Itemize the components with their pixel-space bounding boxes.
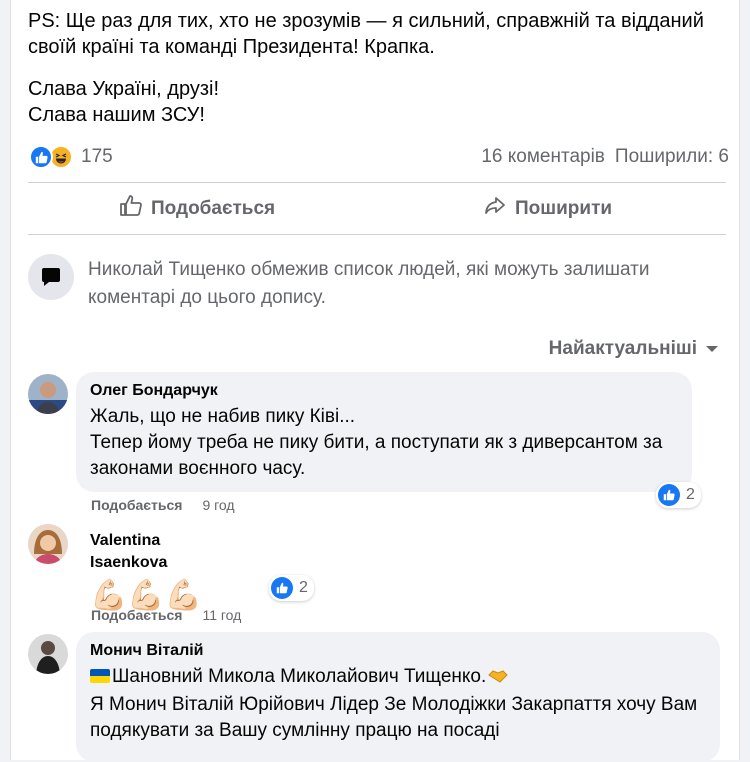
comment-text-line1: Шановний Микола Миколайович Тищенко.: [112, 666, 487, 687]
comment-author[interactable]: Олег Бондарчук: [90, 380, 678, 402]
like-reaction-icon: [29, 145, 53, 169]
comment-meta: Подобається 9 год: [91, 497, 235, 513]
comment-bubble-icon: [28, 254, 74, 300]
reactions-summary: 175 16 коментарів Поширили: 6: [29, 142, 729, 172]
comment-like-link[interactable]: Подобається: [91, 497, 182, 513]
comment-text-line2: Тепер йому треба не пику бити, а поступа…: [90, 432, 663, 479]
sort-label: Найактуальніші: [548, 338, 697, 359]
comment-text: Шановний Микола Миколайович Тищенко. Я М…: [90, 664, 706, 744]
shares-count[interactable]: Поширили: 6: [615, 146, 729, 168]
ukraine-flag-icon: [90, 669, 110, 683]
divider-bottom: [28, 234, 726, 235]
post-closing-line2: Слава нашим ЗСУ!: [28, 104, 205, 126]
comment-bubble: Valentina Isaenkova 💪🏻💪🏻💪🏻: [76, 522, 246, 612]
post-closing-line1: Слава Україні, друзі!: [28, 78, 220, 100]
share-button-label: Поширити: [515, 198, 613, 219]
comment-timestamp[interactable]: 11 год: [202, 607, 241, 623]
post-card: PS: Ще раз для тих, хто не зрозумів — я …: [10, 0, 740, 762]
like-reaction-icon: [271, 577, 293, 599]
like-button-label: Подобається: [151, 198, 276, 219]
comment-bubble: Олег Бондарчук Жаль, що не набив пику Кі…: [76, 372, 692, 492]
reaction-icons[interactable]: [29, 145, 73, 169]
comment-author[interactable]: Монич Віталій: [90, 640, 706, 662]
handshake-icon: [488, 666, 508, 692]
post-ps-line: PS: Ще раз для тих, хто не зрозумів — я …: [28, 10, 704, 58]
comment-timestamp[interactable]: 9 год: [202, 497, 234, 513]
reactions-count[interactable]: 175: [81, 146, 113, 168]
avatar[interactable]: [28, 524, 68, 564]
comments-count[interactable]: 16 коментарів: [481, 146, 605, 168]
comment-text: Жаль, що не набив пику Ківі... Тепер йом…: [90, 404, 678, 482]
share-arrow-icon: [483, 194, 507, 224]
caret-down-icon: [705, 338, 719, 360]
post-body: PS: Ще раз для тих, хто не зрозумів — я …: [28, 8, 728, 128]
thumbs-up-icon: [119, 194, 143, 224]
post-stats: 16 коментарів Поширили: 6: [481, 146, 729, 168]
comment-reaction-count: 2: [686, 486, 695, 503]
comment-reactions[interactable]: 2: [656, 482, 701, 508]
comment-text-line1: Жаль, що не набив пику Ківі...: [90, 406, 356, 427]
comment-bubble: Монич Віталій Шановний Микола Миколайови…: [76, 632, 720, 762]
like-button[interactable]: Подобається: [119, 190, 275, 228]
avatar[interactable]: [28, 634, 68, 674]
comment-reaction-count: 2: [299, 579, 308, 596]
comment-like-link[interactable]: Подобається: [91, 607, 182, 623]
post-closing: Слава Україні, друзі! Слава нашим ЗСУ!: [28, 76, 728, 128]
comment-text-line2: Я Монич Віталій Юрійович Лідер Зе Молоді…: [90, 694, 698, 741]
divider-top: [28, 182, 726, 183]
comment-restriction-notice: Николай Тищенко обмежив список людей, як…: [28, 254, 728, 312]
share-button[interactable]: Поширити: [483, 190, 612, 228]
comment-sort-dropdown[interactable]: Найактуальніші: [549, 338, 719, 360]
comment-reactions[interactable]: 2: [269, 575, 314, 601]
like-reaction-icon: [658, 484, 680, 506]
restriction-text: Николай Тищенко обмежив список людей, як…: [88, 259, 650, 308]
avatar[interactable]: [28, 374, 68, 414]
comment-meta: Подобається 11 год: [91, 607, 241, 623]
comment-author[interactable]: Valentina Isaenkova: [90, 530, 232, 574]
